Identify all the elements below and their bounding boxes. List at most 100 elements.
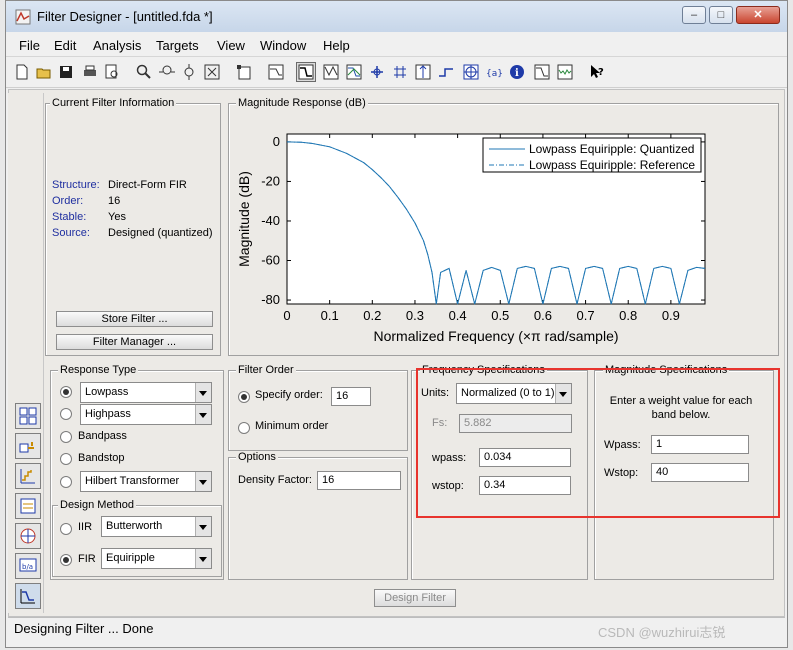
minimum-order-radio[interactable] (238, 422, 250, 434)
minimize-button[interactable]: – (682, 6, 706, 24)
full-view-icon[interactable] (202, 62, 222, 82)
order-label: Order: (52, 195, 84, 207)
zoom-y-icon[interactable] (179, 62, 199, 82)
menu-analysis[interactable]: Analysis (93, 38, 141, 53)
stable-value: Yes (108, 211, 126, 223)
noise-power-icon[interactable] (555, 62, 575, 82)
x-tick-label: 0.2 (363, 308, 381, 323)
iir-method-select[interactable]: Butterworth (101, 516, 212, 537)
highpass-radio[interactable] (60, 408, 72, 420)
new-icon[interactable] (12, 62, 32, 82)
new-figure-icon[interactable] (234, 62, 254, 82)
group-delay-icon[interactable] (367, 62, 387, 82)
menu-edit[interactable]: Edit (54, 38, 76, 53)
structure-label: Structure: (52, 179, 100, 191)
filter-info-icon[interactable]: i (507, 62, 527, 82)
highpass-select[interactable]: Highpass (80, 404, 212, 425)
bandpass-label: Bandpass (78, 430, 127, 442)
menu-bar: File Edit Analysis Targets View Window H… (6, 33, 787, 57)
sidebar: b/a (8, 93, 44, 613)
source-label: Source: (52, 227, 90, 239)
x-tick-label: 0.7 (577, 308, 595, 323)
iir-radio[interactable] (60, 523, 72, 535)
menu-view[interactable]: View (217, 38, 245, 53)
hilbert-radio[interactable] (60, 476, 72, 488)
svg-text:i: i (515, 68, 519, 79)
fir-radio[interactable] (60, 554, 72, 566)
density-input[interactable]: 16 (317, 471, 401, 490)
iir-label: IIR (78, 521, 93, 533)
zoom-in-icon[interactable] (134, 62, 154, 82)
phase-delay-icon[interactable] (390, 62, 410, 82)
coefficients-icon[interactable]: {a} (484, 62, 504, 82)
filter-order-title: Filter Order (236, 364, 296, 376)
print-preview-icon[interactable] (102, 62, 122, 82)
menu-file[interactable]: File (19, 38, 40, 53)
design-method-title: Design Method (58, 499, 136, 511)
magnitude-panel-title: Magnitude Response (dB) (236, 97, 368, 109)
filter-specs-icon[interactable] (266, 62, 286, 82)
impulse-response-icon[interactable] (413, 62, 433, 82)
whats-this-icon[interactable]: ? (587, 62, 607, 82)
svg-text:?: ? (598, 67, 604, 78)
y-tick-label: -60 (261, 253, 280, 268)
specify-order-radio[interactable] (238, 391, 250, 403)
menu-help[interactable]: Help (323, 38, 350, 53)
sidebar-button-transform[interactable] (15, 433, 41, 459)
zoom-x-icon[interactable] (157, 62, 177, 82)
legend-label-0: Lowpass Equiripple: Quantized (529, 142, 694, 156)
print-icon[interactable] (80, 62, 100, 82)
bandstop-radio[interactable] (60, 453, 72, 465)
sidebar-button-pole-zero-editor[interactable] (15, 523, 41, 549)
mag-phase-icon[interactable] (344, 62, 364, 82)
x-tick-label: 0.1 (321, 308, 339, 323)
magnitude-response-icon[interactable] (296, 62, 316, 82)
menu-targets[interactable]: Targets (156, 38, 199, 53)
phase-response-icon[interactable] (321, 62, 341, 82)
maximize-button[interactable]: □ (709, 6, 733, 24)
x-tick-label: 0.9 (662, 308, 680, 323)
x-tick-label: 0.3 (406, 308, 424, 323)
source-value: Designed (quantized) (108, 227, 213, 239)
fir-label: FIR (78, 553, 96, 565)
sidebar-button-quantize[interactable] (15, 463, 41, 489)
x-tick-label: 0.6 (534, 308, 552, 323)
open-icon[interactable] (34, 62, 54, 82)
y-axis-label: Magnitude (dB) (236, 171, 252, 267)
order-input[interactable]: 16 (331, 387, 371, 406)
title-bar[interactable]: Filter Designer - [untitled.fda *] – □ ✕ (6, 1, 787, 32)
legend-label-1: Lowpass Equiripple: Reference (529, 158, 695, 172)
store-filter-button[interactable]: Store Filter ... (56, 311, 213, 327)
sidebar-button-realize[interactable] (15, 493, 41, 519)
magnitude-chart: 0 0.1 0.2 0.3 0.4 0.5 0.6 0.7 0.8 0.9 0 -20 -40 -60 -8… (236, 133, 706, 344)
sidebar-button-filter-designer[interactable] (15, 583, 41, 609)
close-button[interactable]: ✕ (736, 6, 780, 24)
options-title: Options (236, 451, 278, 463)
sidebar-button-design-filter[interactable] (15, 403, 41, 429)
app-window: Filter Designer - [untitled.fda *] – □ ✕… (5, 0, 788, 648)
stable-label: Stable: (52, 211, 87, 223)
x-tick-label: 0.8 (619, 308, 637, 323)
y-tick-label: -40 (261, 213, 280, 228)
hilbert-select[interactable]: Hilbert Transformer (80, 471, 212, 492)
pole-zero-icon[interactable] (461, 62, 481, 82)
menu-window[interactable]: Window (260, 38, 306, 53)
toolbar: {a} i ? (6, 58, 787, 88)
bandstop-label: Bandstop (78, 452, 125, 464)
x-tick-label: 0.5 (491, 308, 509, 323)
order-value: 16 (108, 195, 121, 207)
filter-manager-button[interactable]: Filter Manager ... (56, 334, 213, 350)
structure-value: Direct-Form FIR (108, 179, 187, 191)
magnitude-estimate-icon[interactable] (532, 62, 552, 82)
save-icon[interactable] (56, 62, 76, 82)
bandpass-radio[interactable] (60, 431, 72, 443)
step-response-icon[interactable] (436, 62, 456, 82)
lowpass-radio[interactable] (60, 386, 72, 398)
sidebar-button-import[interactable]: b/a (15, 553, 41, 579)
highlight-annotation (416, 368, 780, 518)
design-filter-button[interactable]: Design Filter (374, 589, 456, 607)
svg-text:b/a: b/a (22, 563, 33, 571)
fir-method-select[interactable]: Equiripple (101, 548, 212, 569)
lowpass-select[interactable]: Lowpass (80, 382, 212, 403)
density-label: Density Factor: (238, 474, 312, 486)
